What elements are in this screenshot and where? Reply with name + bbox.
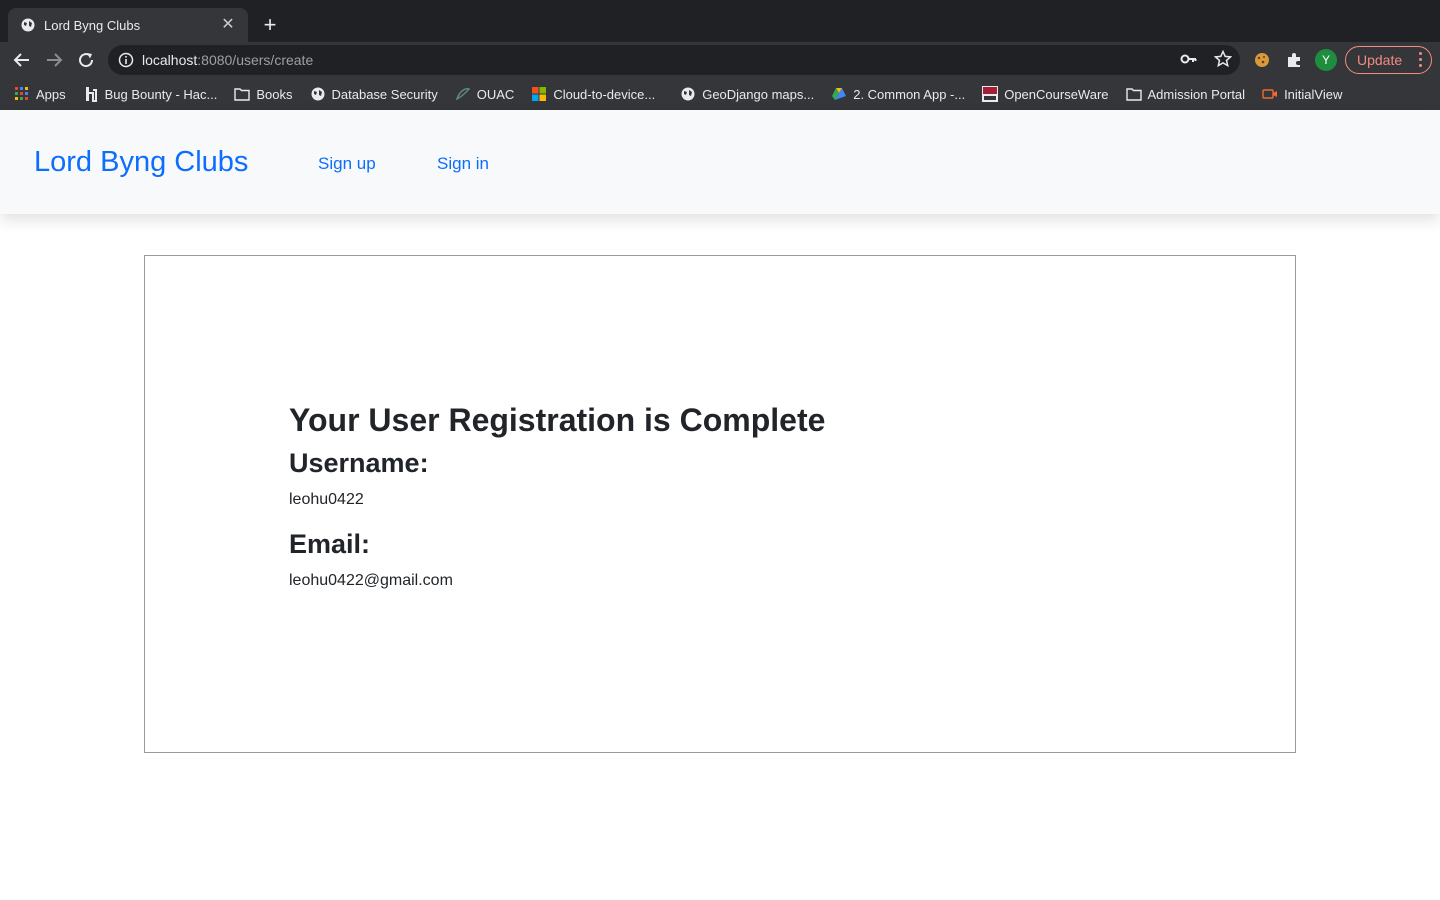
bookmark-opencourseware[interactable]: OpenCourseWare <box>982 86 1109 102</box>
email-label: Email: <box>289 529 371 559</box>
bookmark-label: Bug Bounty - Hac... <box>104 86 218 102</box>
browser-tabstrip: Lord Byng Clubs ✕ + <box>0 0 1440 42</box>
reload-icon[interactable] <box>74 48 98 72</box>
back-icon[interactable] <box>10 48 34 72</box>
browser-tab[interactable]: Lord Byng Clubs ✕ <box>8 8 248 42</box>
bookmark-initialview[interactable]: InitialView <box>1262 86 1342 102</box>
tab-title: Lord Byng Clubs <box>44 17 141 33</box>
profile-avatar[interactable]: Y <box>1315 49 1337 71</box>
update-button[interactable]: Update <box>1345 46 1432 74</box>
sign-in-link[interactable]: Sign in <box>437 154 489 174</box>
email-value: leohu0422@gmail.com <box>289 572 453 589</box>
bookmark-books[interactable]: Books <box>234 86 293 102</box>
bookmark-ouac[interactable]: OUAC <box>455 86 515 102</box>
bookmark-admission-portal[interactable]: Admission Portal <box>1125 86 1246 102</box>
new-tab-icon[interactable]: + <box>258 14 282 38</box>
page-title: Your User Registration is Complete <box>289 402 826 438</box>
microsoft-icon <box>531 86 547 102</box>
bookmarks-bar: Apps Bug Bounty - Hac... Books Database … <box>0 78 1440 110</box>
bookmark-bug-bounty[interactable]: Bug Bounty - Hac... <box>83 86 218 102</box>
bookmark-label: Cloud-to-device... <box>553 86 656 102</box>
folder-icon <box>1125 86 1142 102</box>
bookmark-common-app[interactable]: 2. Common App -... <box>831 86 965 102</box>
bookmark-label: OpenCourseWare <box>1004 86 1109 102</box>
bookmark-label: Apps <box>36 86 66 102</box>
video-icon <box>1262 86 1278 102</box>
globe-icon <box>20 17 36 33</box>
site-navbar: Lord Byng Clubs Sign up Sign in <box>0 110 1440 214</box>
bookmark-database-security[interactable]: Database Security <box>310 86 438 102</box>
bookmark-label: Books <box>256 86 293 102</box>
cookie-extension-icon[interactable] <box>1250 48 1274 72</box>
close-tab-icon[interactable]: ✕ <box>220 17 236 33</box>
registration-card: Your User Registration is Complete Usern… <box>144 255 1296 753</box>
username-value: leohu0422 <box>289 491 364 508</box>
username-label: Username: <box>289 448 429 478</box>
bookmark-label: OUAC <box>476 86 515 102</box>
bookmark-apps[interactable]: Apps <box>14 86 66 102</box>
site-info-icon[interactable] <box>118 52 134 68</box>
mit-ocw-icon <box>982 86 999 102</box>
bookmark-label: 2. Common App -... <box>853 86 966 102</box>
address-bar[interactable]: localhost:8080/users/create <box>108 45 1240 75</box>
globe-icon <box>680 86 696 102</box>
star-icon[interactable] <box>1213 49 1233 73</box>
bookmark-label: GeoDjango maps... <box>702 86 815 102</box>
key-icon[interactable] <box>1180 50 1198 73</box>
ouac-icon <box>455 86 471 102</box>
folder-icon <box>234 86 251 102</box>
bookmark-label: InitialView <box>1284 86 1343 102</box>
sign-up-link[interactable]: Sign up <box>318 154 376 174</box>
forward-icon[interactable] <box>42 48 66 72</box>
bookmark-cloud-to-device[interactable]: Cloud-to-device... <box>531 86 655 102</box>
extensions-puzzle-icon[interactable] <box>1282 48 1306 72</box>
more-menu-icon[interactable] <box>1419 52 1423 67</box>
update-label: Update <box>1357 52 1403 68</box>
bookmark-label: Database Security <box>331 86 438 102</box>
google-drive-icon <box>831 86 847 102</box>
bookmark-geodjango[interactable]: GeoDjango maps... <box>680 86 814 102</box>
brand-link[interactable]: Lord Byng Clubs <box>34 146 248 179</box>
browser-toolbar: localhost:8080/users/create <box>0 42 1440 78</box>
hackerone-icon <box>83 86 99 102</box>
url-host: localhost <box>142 52 198 68</box>
bookmark-label: Admission Portal <box>1147 86 1246 102</box>
apps-grid-icon <box>14 86 30 102</box>
url-path: :8080/users/create <box>197 52 314 68</box>
globe-icon <box>310 86 326 102</box>
